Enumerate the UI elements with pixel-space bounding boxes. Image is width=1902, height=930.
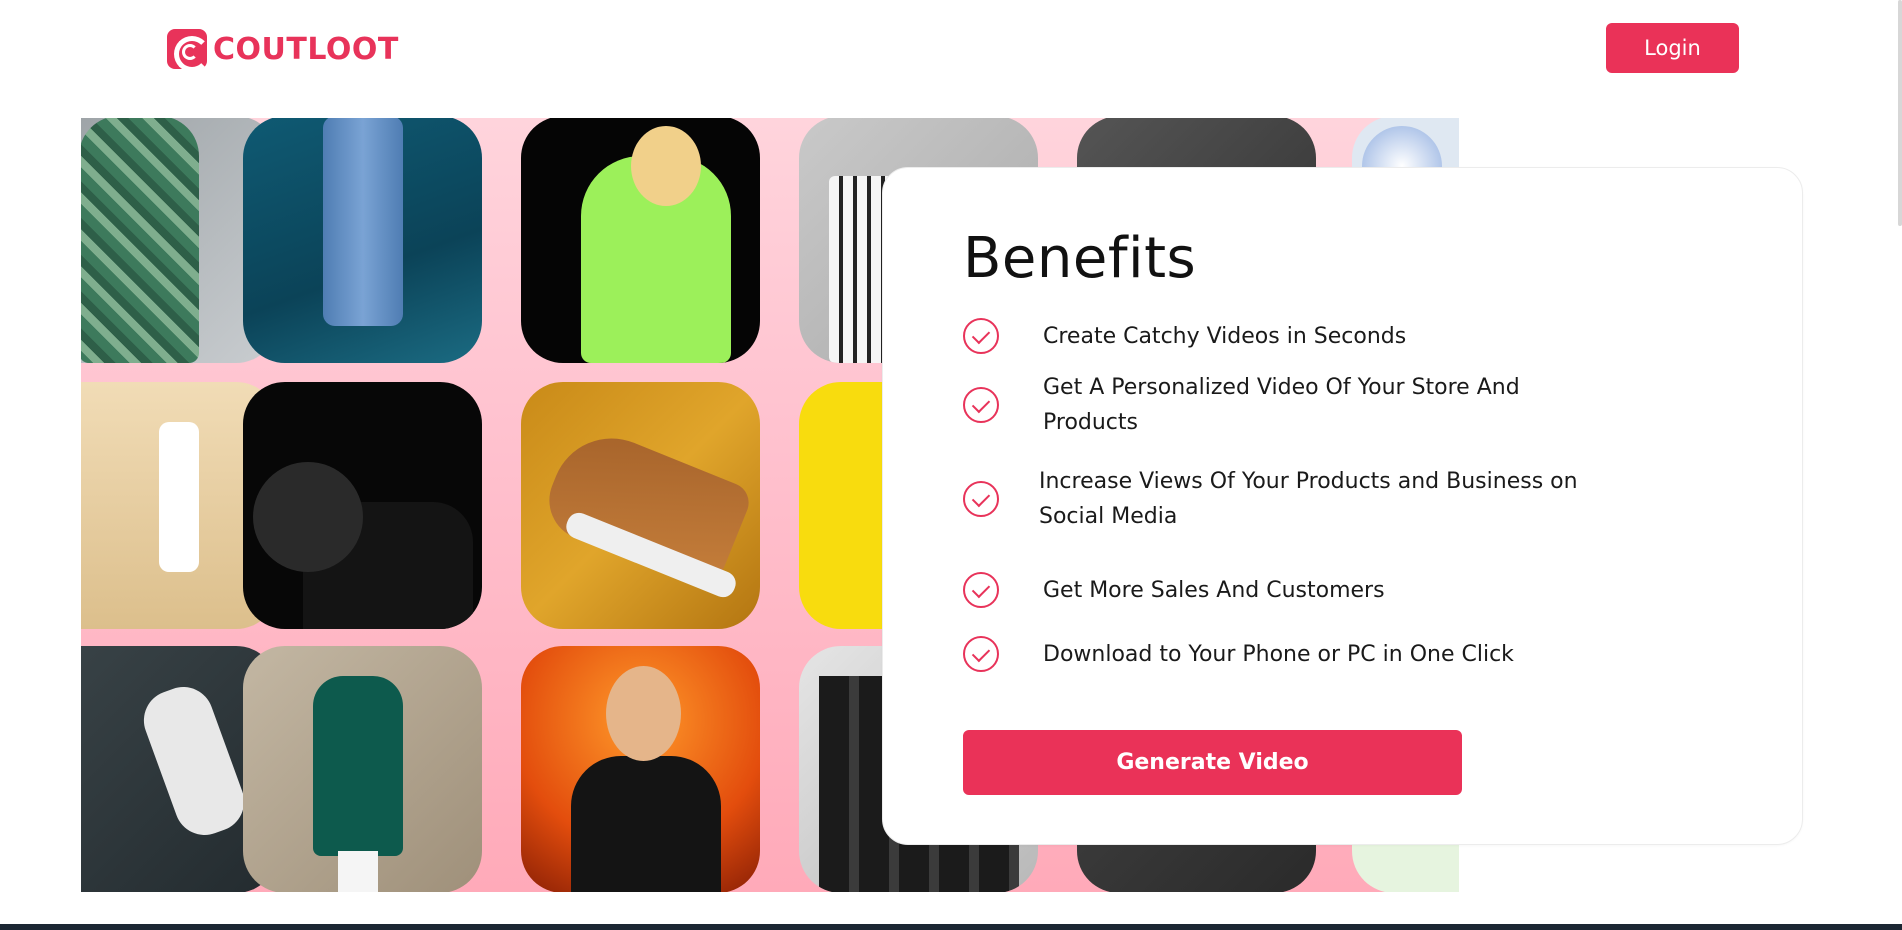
generate-video-button[interactable]: Generate Video [963,730,1462,795]
check-circle-icon [963,387,999,423]
gallery-tile-sneaker [521,382,760,629]
benefits-title: Benefits [963,226,1197,291]
check-circle-icon [963,636,999,672]
gallery-tile-camera-man [243,382,482,629]
benefit-text: Create Catchy Videos in Seconds [1043,323,1407,349]
check-circle-icon [963,481,999,517]
benefit-item: Increase Views Of Your Products and Busi… [963,464,1599,534]
benefit-text: Increase Views Of Your Products and Busi… [1039,469,1578,529]
benefit-text: Get More Sales And Customers [1043,577,1385,603]
benefit-item: Create Catchy Videos in Seconds [963,318,1603,354]
benefit-item: Download to Your Phone or PC in One Clic… [963,636,1603,672]
brand-name: COUTLOOT [213,31,399,67]
coutloot-logo-icon [167,29,210,72]
check-circle-icon [963,572,999,608]
gallery-tile-selfie-girl [521,118,760,363]
bottom-bar [0,924,1902,930]
benefits-card: Benefits Create Catchy Videos in Seconds… [882,167,1803,845]
benefit-text: Get A Personalized Video Of Your Store A… [1043,375,1520,435]
page-scrollbar[interactable] [1898,0,1902,226]
benefit-item: Get More Sales And Customers [963,572,1603,608]
benefit-item: Get A Personalized Video Of Your Store A… [963,370,1603,440]
gallery-tile-jeans-model [243,118,482,363]
brand-logo[interactable]: COUTLOOT [167,29,399,72]
login-button[interactable]: Login [1606,23,1739,73]
benefit-text: Download to Your Phone or PC in One Clic… [1043,641,1514,667]
gallery-tile-green-kurta [243,646,482,892]
gallery-tile-man-with-camera-fire [521,646,760,892]
check-circle-icon [963,318,999,354]
